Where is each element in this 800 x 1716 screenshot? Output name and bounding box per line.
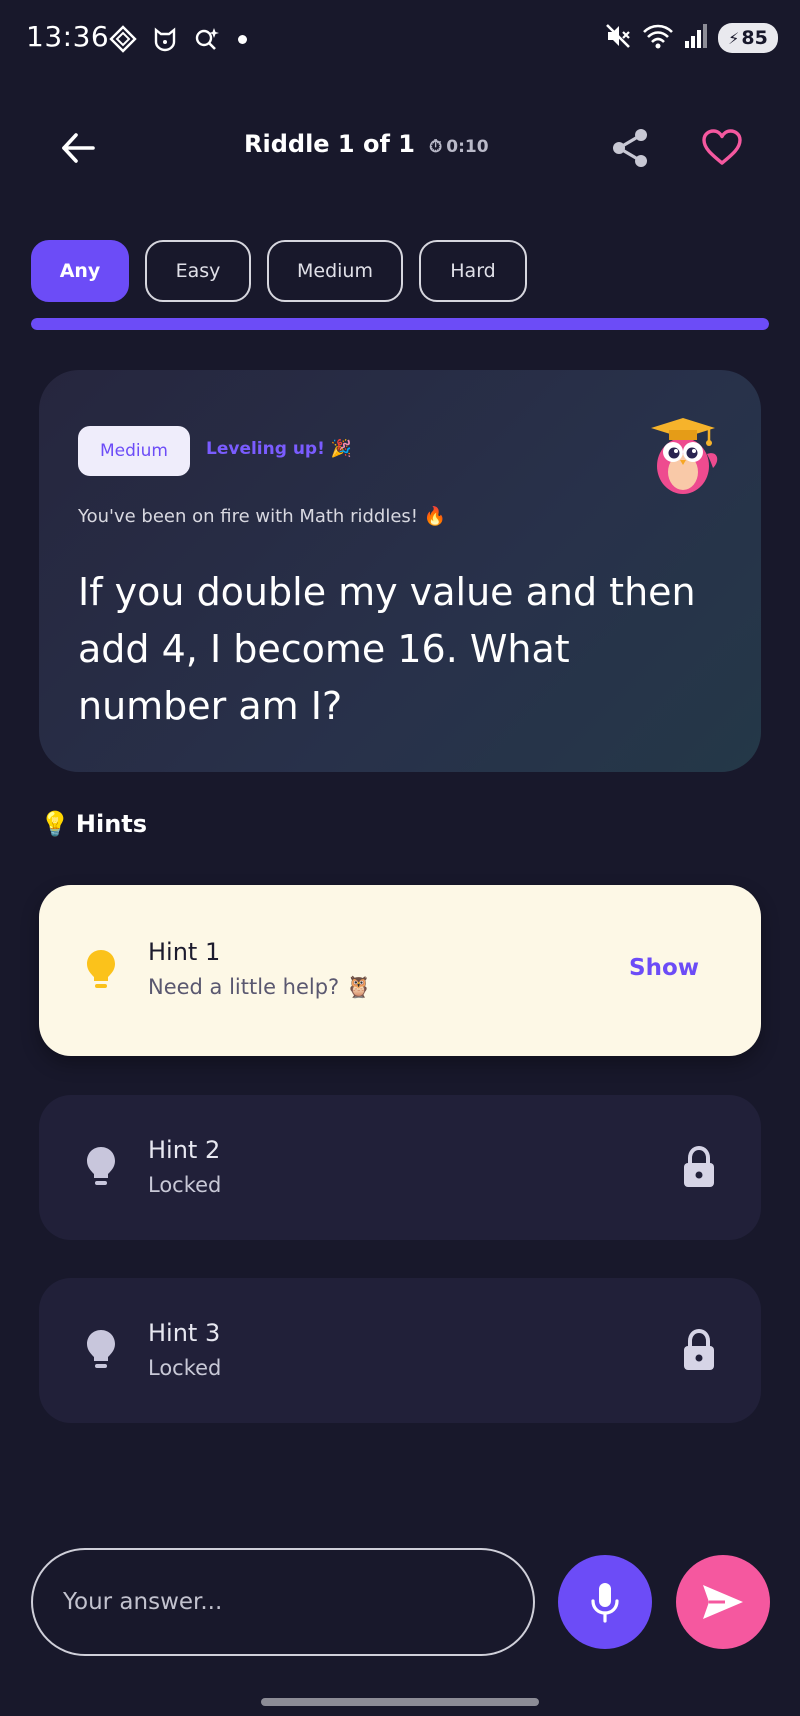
difficulty-chip-easy[interactable]: Easy <box>145 240 251 302</box>
favorite-button[interactable] <box>699 124 745 170</box>
charging-icon: ⚡ <box>728 28 740 48</box>
lightbulb-icon <box>83 1326 119 1374</box>
status-bar: 13:36 ⚡ 85 <box>0 0 800 80</box>
riddle-progress-bar <box>31 318 769 330</box>
hint-title: Hint 2 <box>148 1136 221 1164</box>
difficulty-chip-hard[interactable]: Hard <box>419 240 527 302</box>
heart-icon <box>702 129 742 165</box>
hints-heading-label: Hints <box>75 810 148 838</box>
lightbulb-icon: 💡 <box>40 810 70 838</box>
hints-heading: 💡 Hints <box>40 810 147 838</box>
level-badge: Medium <box>78 426 190 476</box>
stopwatch-icon: ⏱ <box>428 137 443 157</box>
hint-subtitle: Need a little help? 🦉 <box>148 975 373 999</box>
hint-card-2: Hint 2 Locked <box>39 1095 761 1240</box>
sparkle-search-icon <box>192 24 222 54</box>
status-time: 13:36 <box>26 20 110 53</box>
battery-level: 85 <box>741 27 768 49</box>
difficulty-chip-any[interactable]: Any <box>31 240 129 302</box>
show-hint-button[interactable]: Show <box>629 955 699 981</box>
send-icon <box>703 1585 743 1619</box>
signal-icon <box>684 23 708 53</box>
riddle-card: Medium Leveling up! 🎉 You've been on fir… <box>39 370 761 772</box>
hint-subtitle: Locked <box>148 1173 222 1197</box>
home-indicator[interactable] <box>261 1698 539 1706</box>
microphone-icon <box>591 1583 619 1623</box>
header: Riddle 1 of 1 ⏱ 0:10 <box>0 112 800 184</box>
difficulty-chip-medium[interactable]: Medium <box>267 240 403 302</box>
difficulty-filter: Any Easy Medium Hard <box>31 240 527 302</box>
riddle-screen: 13:36 ⚡ 85 Riddle 1 of 1 ⏱ 0:10 Any Easy… <box>0 0 800 1716</box>
grid-diamond-icon <box>108 24 138 54</box>
wifi-icon <box>642 22 674 54</box>
streak-text: You've been on fire with Math riddles! 🔥 <box>78 506 447 527</box>
hint-title: Hint 3 <box>148 1319 221 1347</box>
hint-title: Hint 1 <box>148 938 221 966</box>
riddle-timer: ⏱ 0:10 <box>429 137 489 157</box>
lightbulb-icon <box>83 946 119 994</box>
lock-icon <box>681 1145 717 1189</box>
back-button[interactable] <box>56 126 100 170</box>
page-title: Riddle 1 of 1 <box>244 130 415 158</box>
battery-indicator: ⚡ 85 <box>718 23 778 53</box>
hint-card-1: Hint 1 Need a little help? 🦉 Show <box>39 885 761 1056</box>
answer-input[interactable] <box>31 1548 535 1656</box>
level-note: Leveling up! 🎉 <box>206 439 352 459</box>
notification-dot <box>238 34 247 44</box>
hint-card-3: Hint 3 Locked <box>39 1278 761 1423</box>
share-button[interactable] <box>608 126 652 170</box>
hint-subtitle: Locked <box>148 1356 222 1380</box>
send-answer-button[interactable] <box>676 1555 770 1649</box>
arrow-left-icon <box>62 133 95 163</box>
riddle-question: If you double my value and then add 4, I… <box>78 570 696 728</box>
mute-icon <box>604 22 632 54</box>
timer-value: 0:10 <box>446 137 489 157</box>
shield-cat-icon <box>150 24 180 54</box>
lock-icon <box>681 1328 717 1372</box>
share-icon <box>613 129 647 167</box>
voice-input-button[interactable] <box>558 1555 652 1649</box>
owl-mascot-icon <box>643 414 727 498</box>
lightbulb-icon <box>83 1143 119 1191</box>
riddle-progress-fill <box>31 318 769 330</box>
